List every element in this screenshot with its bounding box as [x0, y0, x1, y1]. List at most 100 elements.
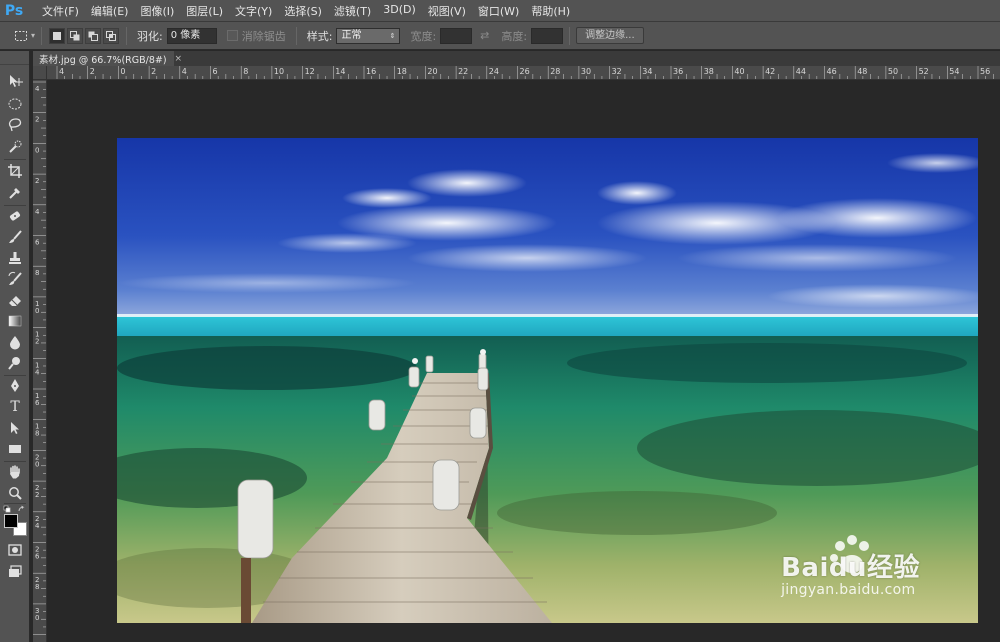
ruler-label: 2 — [35, 177, 39, 185]
height-label: 高度: — [501, 29, 528, 43]
separator — [569, 26, 571, 45]
ruler-label: 4 — [35, 208, 40, 216]
zoom-icon[interactable] — [4, 483, 26, 502]
ruler-label: 30 — [35, 607, 39, 622]
default-colors-icon[interactable] — [3, 503, 27, 513]
menu-item[interactable]: 滤镜(T) — [328, 3, 377, 19]
horizontal-ruler[interactable]: 4 2 0 2 4 6 8 10 12 14 16 18 20 22 24 26 28 30 32 34 36 38 40 4… — [47, 66, 1000, 80]
ruler-label: 38 — [704, 67, 714, 76]
move-tool-icon[interactable] — [4, 71, 26, 90]
eyedropper-icon[interactable] — [4, 183, 26, 202]
document-tab-title: 素材.jpg @ 66.7%(RGB/8#) — [39, 54, 167, 66]
preset-dropdown-arrow-icon[interactable]: ▾ — [31, 31, 35, 40]
width-input[interactable] — [440, 27, 473, 44]
menu-item[interactable]: 文件(F) — [36, 3, 85, 19]
ruler-label: 34 — [642, 67, 652, 76]
feather-input[interactable]: 0 像素 — [166, 27, 217, 44]
ruler-label: 14 — [35, 361, 40, 376]
quick-select-icon[interactable] — [4, 137, 26, 156]
toolbox: T — [0, 51, 30, 642]
clone-stamp-icon[interactable] — [4, 248, 26, 267]
ruler-label: 28 — [35, 576, 39, 591]
ruler-label: 0 — [120, 67, 125, 76]
hand-icon[interactable] — [4, 462, 26, 481]
rectangle-shape-icon[interactable] — [4, 439, 26, 458]
history-brush-icon[interactable] — [4, 269, 26, 288]
lasso-icon[interactable] — [4, 115, 26, 134]
menu-item[interactable]: 图层(L) — [180, 3, 229, 19]
document-tab[interactable]: 素材.jpg @ 66.7%(RGB/8#) × — [33, 51, 182, 66]
width-label: 宽度: — [410, 29, 437, 43]
gradient-icon[interactable] — [4, 311, 26, 330]
style-select-value: 正常 — [341, 29, 362, 41]
ruler-label: 24 — [35, 515, 40, 530]
watermark-url: jingyan.baidu.com — [781, 582, 916, 598]
healing-brush-icon[interactable] — [4, 206, 26, 225]
menu-item[interactable]: 3D(D) — [377, 3, 422, 19]
antialias-checkbox[interactable] — [226, 30, 238, 41]
separator — [295, 26, 297, 45]
elliptical-marquee-icon[interactable] — [4, 94, 26, 113]
ruler-label: 22 — [458, 67, 468, 76]
style-select[interactable]: 正常 ⇕ — [336, 27, 401, 44]
menu-item[interactable]: 选择(S) — [278, 3, 328, 19]
ruler-label: 54 — [949, 67, 959, 76]
photoshop-logo: Ps — [4, 2, 24, 19]
ruler-label: 46 — [827, 67, 837, 76]
ruler-label: 20 — [35, 453, 39, 468]
ruler-label: 6 — [35, 239, 40, 247]
path-selection-icon[interactable] — [4, 418, 26, 437]
ruler-label: 4 — [35, 85, 40, 93]
eraser-icon[interactable] — [4, 290, 26, 309]
menu-item[interactable]: 文字(Y) — [229, 3, 278, 19]
ruler-origin[interactable] — [33, 66, 47, 80]
canvas-area[interactable]: Baidu经验 jingyan.baidu.com — [48, 81, 1000, 642]
style-label: 样式: — [306, 29, 333, 43]
toolbox-grip[interactable] — [0, 51, 29, 65]
menu-item[interactable]: 图像(I) — [134, 3, 180, 19]
vertical-ruler[interactable]: 42024681012141618202224262830 — [33, 80, 47, 642]
ruler-label: 18 — [397, 67, 407, 76]
subtract-from-selection-button[interactable] — [85, 27, 102, 44]
add-to-selection-button[interactable] — [67, 27, 84, 44]
menu-item[interactable]: 编辑(E) — [85, 3, 135, 19]
height-input[interactable] — [531, 27, 564, 44]
swap-dimensions-icon[interactable]: ⇄ — [480, 29, 489, 42]
baidu-watermark: Baidu经验 jingyan.baidu.com — [781, 547, 920, 598]
ruler-label: 32 — [612, 67, 622, 76]
menu-item[interactable]: 窗口(W) — [472, 3, 525, 19]
intersect-selection-button[interactable] — [103, 27, 120, 44]
ruler-label: 20 — [427, 67, 437, 76]
menu-item[interactable]: 帮助(H) — [525, 3, 576, 19]
menu-bar: Ps 文件(F) 编辑(E) 图像(I) 图层(L) 文字(Y) 选择(S) 滤镜(T) 3D… — [0, 0, 1000, 22]
separator — [41, 26, 43, 45]
brush-icon[interactable] — [4, 227, 26, 246]
refine-edge-button[interactable]: 调整边缘... — [576, 27, 644, 44]
screen-mode-icon[interactable] — [4, 562, 26, 581]
ruler-label: 50 — [888, 67, 898, 76]
new-selection-button[interactable] — [49, 27, 66, 44]
foreground-color-swatch[interactable] — [4, 514, 18, 528]
feather-label: 羽化: — [137, 29, 163, 43]
crop-icon[interactable] — [4, 161, 26, 180]
ruler-label: 12 — [305, 67, 315, 76]
ruler-label: 28 — [550, 67, 560, 76]
quick-mask-icon[interactable] — [4, 540, 26, 559]
document-image[interactable]: Baidu经验 jingyan.baidu.com — [117, 138, 978, 623]
ruler-label: 52 — [919, 67, 929, 76]
dodge-icon[interactable] — [4, 353, 26, 372]
ruler-label: 18 — [35, 423, 39, 438]
ruler-label: 2 — [151, 67, 156, 76]
pen-icon[interactable] — [4, 376, 26, 395]
close-tab-icon[interactable]: × — [175, 54, 183, 64]
ruler-label: 2 — [35, 116, 39, 124]
menu-item[interactable]: 视图(V) — [422, 3, 472, 19]
ruler-label: 42 — [765, 67, 775, 76]
ruler-label: 4 — [182, 67, 187, 76]
ruler-label: 16 — [35, 392, 40, 407]
vertical-ruler-ticks: 42024681 01 21 41 61 82 02 22 42 62 83 0 — [33, 81, 46, 635]
blur-icon[interactable] — [4, 332, 26, 351]
ruler-label: 12 — [35, 331, 39, 346]
type-tool-icon[interactable]: T — [4, 397, 26, 416]
marquee-preset-icon[interactable] — [12, 27, 30, 45]
